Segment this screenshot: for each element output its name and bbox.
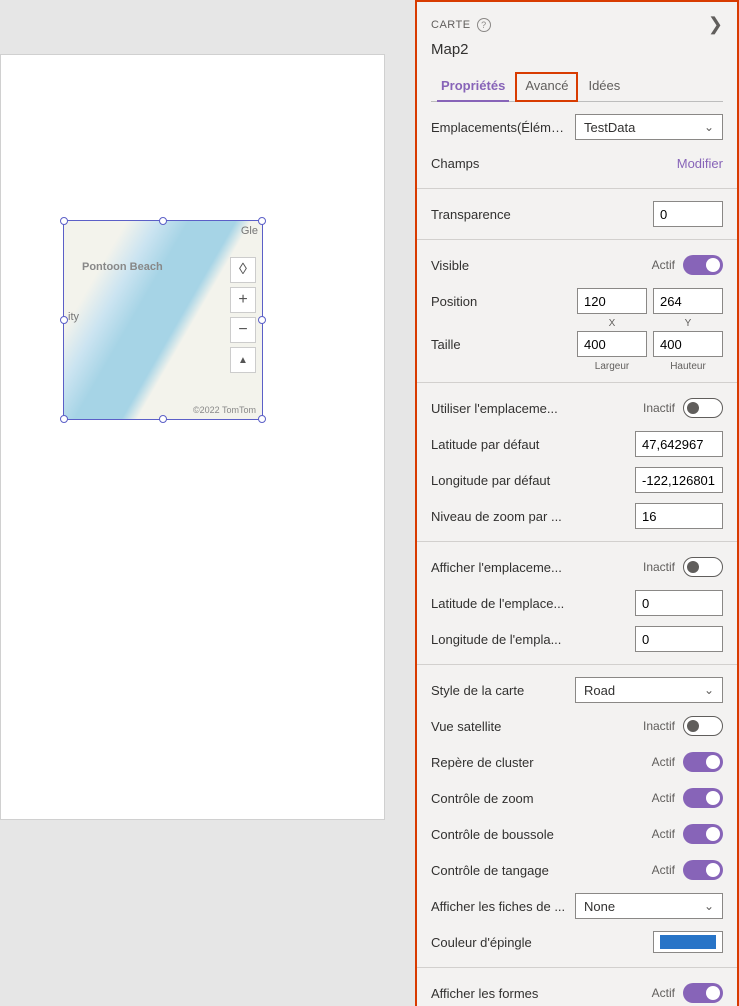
width-caption: Largeur [577, 361, 647, 372]
zoom-out-button[interactable]: − [230, 317, 256, 343]
info-cards-value: None [584, 899, 615, 914]
resize-handle[interactable] [159, 217, 167, 225]
collapse-panel-icon[interactable]: ❯ [708, 14, 723, 35]
transparency-label: Transparence [431, 207, 645, 222]
default-lon-input[interactable] [635, 467, 723, 493]
compass-control-toggle[interactable] [683, 824, 723, 844]
locate-button[interactable]: ◊ [230, 257, 256, 283]
locations-value: TestData [584, 120, 635, 135]
resize-handle[interactable] [258, 415, 266, 423]
zoom-in-button[interactable]: + [230, 287, 256, 313]
tab-properties[interactable]: Propriétés [431, 72, 515, 101]
resize-handle[interactable] [60, 316, 68, 324]
help-icon[interactable]: ? [477, 18, 491, 32]
map-place-label: ity [68, 311, 79, 323]
satellite-toggle[interactable] [683, 716, 723, 736]
map-control[interactable]: Pontoon Beach Gle ity ©2022 TomTom ◊ + −… [63, 220, 263, 420]
control-name[interactable]: Map2 [431, 41, 723, 58]
location-lat-label: Latitude de l'emplace... [431, 596, 627, 611]
default-zoom-input[interactable] [635, 503, 723, 529]
resize-handle[interactable] [258, 217, 266, 225]
toggle-state-label: Actif [652, 986, 675, 1000]
toggle-state-label: Actif [652, 863, 675, 877]
info-cards-select[interactable]: None ⌄ [575, 893, 723, 919]
toggle-state-label: Inactif [643, 560, 675, 574]
default-lon-label: Longitude par défaut [431, 473, 627, 488]
height-input[interactable] [653, 331, 723, 357]
zoom-control-label: Contrôle de zoom [431, 791, 644, 806]
height-caption: Hauteur [653, 361, 723, 372]
map-place-label: Pontoon Beach [82, 261, 163, 273]
toggle-state-label: Inactif [643, 401, 675, 415]
default-zoom-label: Niveau de zoom par ... [431, 509, 627, 524]
zoom-control-toggle[interactable] [683, 788, 723, 808]
resize-handle[interactable] [258, 316, 266, 324]
default-lat-input[interactable] [635, 431, 723, 457]
compass-control-label: Contrôle de boussole [431, 827, 644, 842]
location-lon-input[interactable] [635, 626, 723, 652]
position-x-input[interactable] [577, 288, 647, 314]
location-lon-label: Longitude de l'empla... [431, 632, 627, 647]
transparency-input[interactable] [653, 201, 723, 227]
toggle-state-label: Actif [652, 827, 675, 841]
chevron-down-icon: ⌄ [704, 120, 714, 134]
properties-panel: CARTE ? ❯ Map2 Propriétés Avancé Idées E… [415, 0, 739, 1006]
y-caption: Y [653, 318, 723, 329]
map-place-label: Gle [241, 225, 258, 237]
pitch-control-label: Contrôle de tangage [431, 863, 644, 878]
default-lat-label: Latitude par défaut [431, 437, 627, 452]
edit-fields-link[interactable]: Modifier [677, 156, 723, 171]
show-location-toggle[interactable] [683, 557, 723, 577]
position-label: Position [431, 294, 569, 309]
use-location-toggle[interactable] [683, 398, 723, 418]
resize-handle[interactable] [60, 415, 68, 423]
resize-handle[interactable] [159, 415, 167, 423]
location-lat-input[interactable] [635, 590, 723, 616]
canvas-area: Pontoon Beach Gle ity ©2022 TomTom ◊ + −… [0, 54, 385, 820]
x-caption: X [577, 318, 647, 329]
size-label: Taille [431, 337, 569, 352]
map-style-label: Style de la carte [431, 683, 567, 698]
position-y-input[interactable] [653, 288, 723, 314]
tab-ideas[interactable]: Idées [578, 72, 630, 101]
pin-color-picker[interactable] [653, 931, 723, 953]
locations-select[interactable]: TestData ⌄ [575, 114, 723, 140]
panel-tabs: Propriétés Avancé Idées [431, 72, 723, 102]
fields-label: Champs [431, 156, 669, 171]
info-cards-label: Afficher les fiches de ... [431, 899, 567, 914]
show-shapes-label: Afficher les formes [431, 986, 644, 1001]
map-style-value: Road [584, 683, 615, 698]
pitch-button[interactable]: ▲ [230, 347, 256, 373]
toggle-state-label: Inactif [643, 719, 675, 733]
cluster-toggle[interactable] [683, 752, 723, 772]
toggle-state-label: Actif [652, 258, 675, 272]
cluster-label: Repère de cluster [431, 755, 644, 770]
show-location-label: Afficher l'emplaceme... [431, 560, 635, 575]
map-style-select[interactable]: Road ⌄ [575, 677, 723, 703]
toggle-state-label: Actif [652, 755, 675, 769]
map-attribution: ©2022 TomTom [193, 405, 256, 415]
pitch-control-toggle[interactable] [683, 860, 723, 880]
use-location-label: Utiliser l'emplaceme... [431, 401, 635, 416]
resize-handle[interactable] [60, 217, 68, 225]
chevron-down-icon: ⌄ [704, 683, 714, 697]
visible-toggle[interactable] [683, 255, 723, 275]
pin-color-label: Couleur d'épingle [431, 935, 645, 950]
width-input[interactable] [577, 331, 647, 357]
visible-label: Visible [431, 258, 644, 273]
chevron-down-icon: ⌄ [704, 899, 714, 913]
show-shapes-toggle[interactable] [683, 983, 723, 1003]
locations-label: Emplacements(Éléments) [431, 120, 567, 135]
toggle-state-label: Actif [652, 791, 675, 805]
satellite-label: Vue satellite [431, 719, 635, 734]
map-controls: ◊ + − ▲ [230, 257, 256, 373]
tab-advanced[interactable]: Avancé [515, 72, 578, 102]
control-type-label: CARTE [431, 19, 471, 31]
